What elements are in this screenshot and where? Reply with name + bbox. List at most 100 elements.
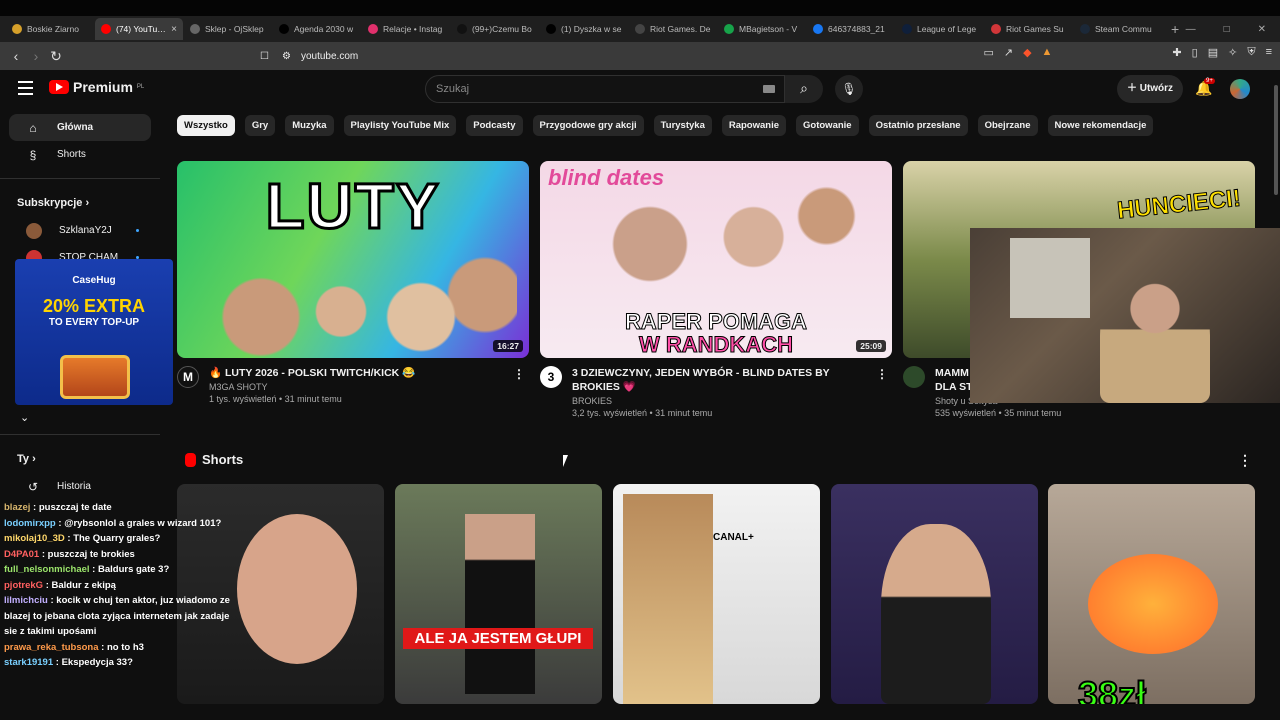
puzzle-icon[interactable]: ✚ <box>1172 46 1181 59</box>
forward-button[interactable]: › <box>26 48 46 64</box>
filter-chip[interactable]: Playlisty YouTube Mix <box>343 115 457 136</box>
chat-text: Ekspedycja 33? <box>61 657 133 668</box>
channel-avatar[interactable]: M <box>177 366 199 388</box>
channel-avatar[interactable] <box>903 366 925 388</box>
search-input[interactable]: Szukaj <box>425 75 785 103</box>
chat-text: puszczaj te date <box>38 502 112 513</box>
browser-tab[interactable]: Sklep - OjSklep <box>184 18 272 40</box>
browser-tab[interactable]: Steam Commu <box>1074 18 1162 40</box>
filter-chip[interactable]: Gry <box>244 115 276 136</box>
filter-chip[interactable]: Turystyka <box>653 115 712 136</box>
reload-button[interactable]: ↻ <box>46 48 66 65</box>
brave-shield-icon[interactable]: ◆ <box>1023 46 1031 59</box>
youtube-play-icon <box>49 80 69 94</box>
new-tab-button[interactable]: + <box>1171 21 1179 37</box>
leo-icon[interactable]: ✧ <box>1228 46 1237 59</box>
browser-tab[interactable]: MBagietson - V <box>718 18 806 40</box>
browser-tab[interactable]: Boskie Ziarno <box>6 18 94 40</box>
browser-tab[interactable]: Riot Games Su <box>985 18 1073 40</box>
sidebar-item-history[interactable]: ↺ Historia <box>9 473 151 500</box>
vpn-icon[interactable]: ⛨ <box>1247 46 1255 59</box>
expand-chevron-icon[interactable]: ⌄ <box>0 411 160 424</box>
you-heading[interactable]: Ty › <box>0 445 160 473</box>
browser-tab[interactable]: (1) Dyszka w se <box>540 18 628 40</box>
search-button[interactable]: ⌕ <box>785 75 823 103</box>
keyboard-icon[interactable] <box>763 85 775 93</box>
filter-chip[interactable]: Gotowanie <box>796 115 859 136</box>
channel-avatar[interactable]: 3 <box>540 366 562 388</box>
short-card[interactable]: ALE JA JESTEM GŁUPI <box>395 484 602 704</box>
tab-title: (74) YouTube <box>116 24 167 34</box>
maximize-button[interactable]: □ <box>1224 24 1230 35</box>
sidebar-item-home[interactable]: ⌂ Główna <box>9 114 151 141</box>
browser-tab[interactable]: Relacje • Instag <box>362 18 450 40</box>
page-scrollbar[interactable] <box>1274 85 1278 195</box>
browser-tab[interactable]: Riot Games. De <box>629 18 717 40</box>
filter-chip[interactable]: Rapowanie <box>721 115 787 136</box>
video-thumbnail[interactable]: blind dates RAPER POMAGA W RANDKACH 25:0… <box>540 161 892 358</box>
tab-title: Relacje • Instag <box>383 24 443 34</box>
short-card[interactable]: CANAL+ <box>613 484 820 704</box>
chat-message: D4PA01 : puszczaj te brokies <box>4 547 240 563</box>
browser-tab[interactable]: (74) YouTube × <box>95 18 183 40</box>
close-window-button[interactable]: ✕ <box>1258 24 1266 35</box>
back-button[interactable]: ‹ <box>6 48 26 64</box>
close-tab-icon[interactable]: × <box>171 24 177 35</box>
tab-title: Boskie Ziarno <box>27 24 79 34</box>
filter-chip[interactable]: Obejrzane <box>977 115 1038 136</box>
tab-favicon-icon <box>279 24 289 34</box>
create-button[interactable]: ＋ Utwórz <box>1117 75 1183 103</box>
tab-title: (1) Dyszka w se <box>561 24 622 34</box>
browser-tab[interactable]: (99+)Czemu Bo <box>451 18 539 40</box>
chat-message: blazej : puszczaj te date <box>4 500 240 516</box>
tab-favicon-icon <box>12 24 22 34</box>
voice-search-button[interactable]: 🎙 <box>835 75 863 103</box>
short-caption: CANAL+ <box>713 532 754 543</box>
tab-favicon-icon <box>190 24 200 34</box>
shorts-icon: § <box>29 147 37 162</box>
hamburger-menu-icon[interactable] <box>18 81 33 99</box>
browser-tab[interactable]: 646374883_21 <box>807 18 895 40</box>
tab-title: Riot Games Su <box>1006 24 1064 34</box>
filter-chip[interactable]: Wszystko <box>177 115 235 136</box>
video-title[interactable]: 🔥 LUTY 2026 - POLSKI TWITCH/KICK 😂 <box>209 366 509 380</box>
browser-menu-icon[interactable]: ≡ <box>1266 46 1272 59</box>
short-card[interactable]: 38zł <box>1048 484 1255 704</box>
video-card[interactable]: blind dates RAPER POMAGA W RANDKACH 25:0… <box>540 161 892 418</box>
youtube-premium-logo[interactable]: Premium PL <box>49 79 144 95</box>
video-channel[interactable]: BROKIES <box>572 396 872 406</box>
minimize-button[interactable]: — <box>1186 24 1196 35</box>
filter-chip[interactable]: Ostatnio przesłane <box>868 115 968 136</box>
browser-tab[interactable]: League of Lege <box>896 18 984 40</box>
sidebar-subscription[interactable]: SzklanaY2J <box>9 217 151 244</box>
notification-badge: 9+ <box>1204 78 1215 84</box>
extension-icon[interactable]: ▭ <box>983 46 993 59</box>
filter-chip[interactable]: Przygodowe gry akcji <box>532 115 644 136</box>
chat-username: pjotrekG <box>4 579 44 591</box>
video-title[interactable]: 3 DZIEWCZYNY, JEDEN WYBÓR - BLIND DATES … <box>572 366 872 394</box>
filter-chip[interactable]: Muzyka <box>285 115 334 136</box>
more-options-icon[interactable]: ⋮ <box>513 367 525 381</box>
share-icon[interactable]: ↗ <box>1004 46 1013 59</box>
subscriptions-heading[interactable]: Subskrypcje › <box>0 189 160 217</box>
url-text[interactable]: youtube.com <box>301 51 358 62</box>
wallet-icon[interactable]: ▤ <box>1208 46 1218 59</box>
more-options-icon[interactable]: ⋮ <box>876 367 888 381</box>
video-card[interactable]: LUTY 16:27 M 🔥 LUTY 2026 - POLSKI TWITCH… <box>177 161 529 404</box>
video-channel[interactable]: M3GA SHOTY <box>209 382 509 392</box>
filter-chip[interactable]: Nowe rekomendacje <box>1047 115 1154 136</box>
filter-chip[interactable]: Podcasty <box>466 115 523 136</box>
shorts-more-options-icon[interactable]: ⋮ <box>1238 452 1252 469</box>
site-info-icon[interactable]: ⚙ <box>282 51 291 62</box>
sidebar-icon[interactable]: ▯ <box>1192 46 1198 59</box>
browser-tab[interactable]: Agenda 2030 w <box>273 18 361 40</box>
user-avatar[interactable] <box>1230 79 1250 99</box>
bookmark-icon[interactable]: ☐ <box>260 51 269 62</box>
short-card[interactable] <box>831 484 1038 704</box>
chat-username: lodomirxpp <box>4 517 56 529</box>
rewards-icon[interactable]: ▲ <box>1042 46 1053 59</box>
tab-title: Steam Commu <box>1095 24 1152 34</box>
sidebar-item-shorts[interactable]: § Shorts <box>9 141 151 168</box>
tab-favicon-icon <box>1080 24 1090 34</box>
video-thumbnail[interactable]: LUTY 16:27 <box>177 161 529 358</box>
